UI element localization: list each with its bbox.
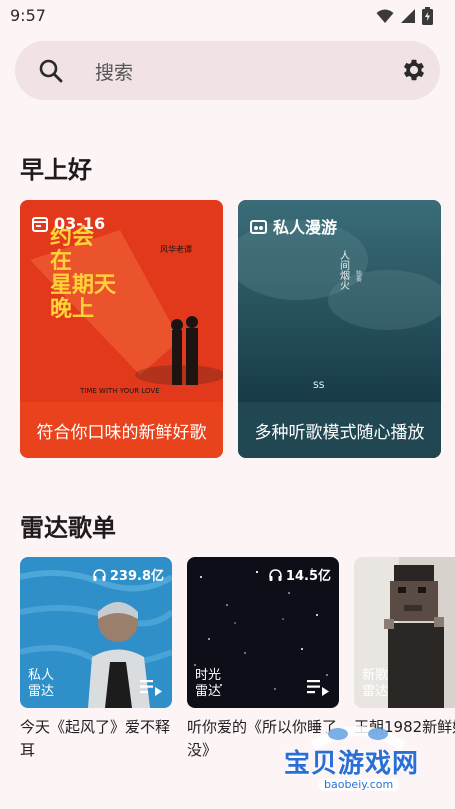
status-time: 9:57 (10, 6, 46, 25)
greeting-title: 早上好 (20, 156, 92, 184)
search-icon (39, 59, 63, 83)
daily-art-text: 约会 在 星期天 晚上 (50, 225, 117, 322)
radar-label: 时光雷达 (195, 668, 222, 699)
radar-section-title: 雷达歌单 (20, 514, 116, 542)
date-tag-label: 03-16 (54, 214, 106, 233)
svg-text:人间烟火: 人间烟火 (338, 250, 350, 290)
private-roam-caption: 多种听歌模式随心播放 (238, 402, 441, 458)
svg-text:独奏: 独奏 (355, 269, 362, 283)
roam-tag-label: 私人漫游 (273, 218, 338, 237)
radar-card-time[interactable]: 14.5亿 时光雷达 (187, 557, 339, 708)
svg-text:TIME WITH YOUR LOVE: TIME WITH YOUR LOVE (79, 387, 160, 395)
search-placeholder: 搜索 (95, 62, 134, 84)
gear-icon[interactable] (400, 56, 428, 84)
headphones-icon (93, 568, 106, 581)
radar-card-private[interactable]: 239.8亿 私人雷达 (20, 557, 172, 708)
play-count: 239.8亿 (93, 565, 164, 584)
play-count: 14.5亿 (269, 565, 331, 584)
watermark-brand: 宝贝游戏网 (284, 749, 420, 779)
radar-label: 新歌雷达 (362, 668, 389, 699)
svg-text:SS: SS (313, 381, 325, 391)
status-icons (376, 7, 433, 25)
radar-card-new[interactable]: 新歌雷达 (354, 557, 455, 708)
calendar-icon (32, 216, 48, 232)
watermark-url: baobeiy.com (318, 778, 400, 791)
radar-label: 私人雷达 (28, 668, 55, 699)
private-roam-card[interactable]: 人间烟火 独奏 SS 私人漫游 多种听歌模式随心播放 (238, 200, 441, 458)
play-count-value: 239.8亿 (109, 569, 164, 584)
headphones-icon (269, 568, 282, 581)
radio-icon (250, 220, 267, 234)
roam-tag: 私人漫游 (250, 214, 337, 238)
signal-icon (401, 9, 415, 23)
play-count-value: 14.5亿 (285, 569, 331, 584)
playlist-play-icon[interactable] (307, 678, 329, 696)
playlist-play-icon[interactable] (140, 678, 162, 696)
status-bar: 9:57 (0, 0, 455, 32)
daily-recommend-card[interactable]: 风华老谭 TIME WITH YOUR LOVE 约会 在 星期天 晚上 03-… (20, 200, 223, 458)
date-tag: 03-16 (32, 214, 105, 233)
wifi-icon (376, 9, 394, 23)
daily-recommend-caption: 符合你口味的新鲜好歌 (20, 402, 223, 458)
search-bar[interactable]: 搜索 (15, 41, 440, 100)
svg-text:风华老谭: 风华老谭 (160, 244, 192, 254)
battery-icon (422, 7, 433, 25)
radar-desc-private: 今天《起风了》爱不释耳 (20, 718, 171, 759)
